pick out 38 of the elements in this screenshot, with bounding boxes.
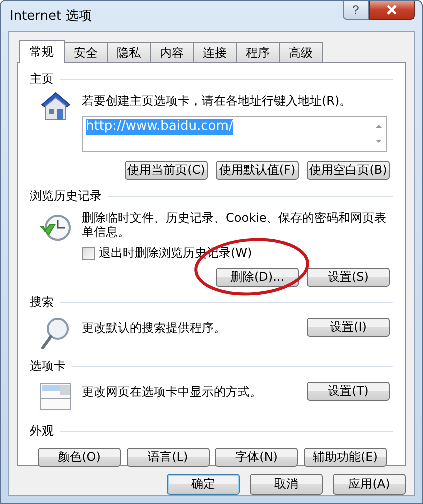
appearance-button[interactable]: 字体(N) — [215, 448, 298, 467]
tab[interactable]: 内容 — [150, 42, 194, 62]
section-title: 搜索 — [30, 294, 54, 311]
checkbox[interactable] — [82, 247, 95, 260]
section-description: 若要创建主页选项卡，请在各地址行键入地址(R)。 — [82, 93, 352, 108]
settings-button[interactable]: 设置(I) — [307, 318, 390, 337]
magnifier-icon — [41, 317, 71, 351]
tab[interactable]: 安全 — [64, 42, 108, 62]
section-title: 选项卡 — [30, 358, 66, 375]
tabs-icon — [40, 381, 72, 411]
dialog-button[interactable]: 取消 — [250, 474, 323, 495]
tab[interactable]: 隐私 — [107, 42, 151, 62]
homepage-button[interactable]: 使用空白页(B) — [307, 161, 390, 180]
section-description: 更改网页在选项卡中显示的方式。 — [82, 384, 262, 399]
homepage-button[interactable]: 使用默认值(F) — [216, 161, 299, 180]
tab[interactable]: 连接 — [193, 42, 237, 62]
section-title: 外观 — [30, 423, 54, 440]
tab[interactable]: 程序 — [236, 42, 280, 62]
section-title: 主页 — [30, 71, 54, 88]
house-icon — [39, 90, 73, 122]
appearance-button[interactable]: 辅助功能(E) — [304, 448, 387, 467]
homepage-button[interactable]: 使用当前页(C) — [125, 161, 208, 180]
close-icon — [386, 5, 398, 15]
section-description: 删除临时文件、历史记录、Cookie、保存的密码和网页表单信息。 — [82, 210, 387, 239]
dialog-button[interactable]: 确定 — [167, 474, 240, 495]
section-title: 浏览历史记录 — [30, 188, 102, 205]
settings-button[interactable]: 设置(T) — [307, 382, 390, 401]
appearance-button[interactable]: 颜色(O) — [38, 448, 121, 467]
close-button[interactable] — [369, 1, 415, 20]
help-button[interactable]: ? — [343, 1, 369, 20]
dialog-button[interactable]: 应用(A) — [333, 474, 406, 495]
window-title: Internet 选项 — [9, 8, 92, 25]
appearance-button[interactable]: 语言(L) — [126, 448, 210, 467]
section-description: 更改默认的搜索提供程序。 — [82, 320, 226, 335]
tab[interactable]: 常规 — [19, 40, 65, 63]
delete-button[interactable]: 删除(D)... — [216, 268, 299, 287]
settings-button[interactable]: 设置(S) — [307, 268, 390, 287]
tab[interactable]: 高级 — [279, 42, 323, 62]
